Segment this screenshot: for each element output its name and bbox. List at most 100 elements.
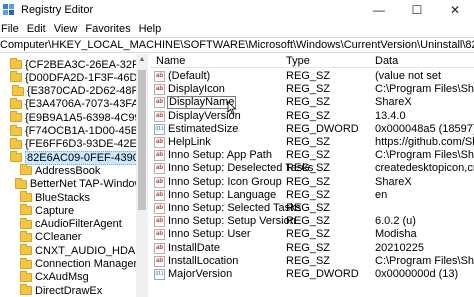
tree-item-label: 82E6AC09-0FEF-4390-AD bbox=[25, 150, 147, 165]
value-row[interactable]: ab InstallDate REG_SZ 20210225 bbox=[150, 242, 474, 255]
folder-icon bbox=[10, 151, 22, 163]
tree-item-label: {E3A4706A-7073-43FA-A bbox=[25, 98, 148, 111]
value-type: REG_SZ bbox=[286, 241, 331, 254]
value-row[interactable]: ab Inno Setup: Selected Tasks REG_SZ bbox=[150, 202, 474, 215]
value-row[interactable]: ab DisplayName REG_SZ ShareX bbox=[150, 96, 474, 110]
tree-item[interactable]: CNXT_AUDIO_HDA bbox=[0, 244, 147, 257]
value-name: Inno Setup: App Path bbox=[168, 149, 272, 162]
tree-item[interactable]: DirectDrawEx bbox=[0, 284, 147, 297]
value-row[interactable]: ab Inno Setup: Language REG_SZ en bbox=[150, 189, 474, 202]
value-row[interactable]: 011 MajorVersion REG_DWORD 0x0000000d (13) bbox=[150, 268, 474, 281]
string-value-icon: ab bbox=[154, 189, 165, 201]
value-type: REG_SZ bbox=[286, 96, 331, 109]
tree-item[interactable]: {E3870CAD-2D62-48F8- bbox=[0, 84, 147, 98]
tree-item[interactable]: Connection Manager bbox=[0, 257, 147, 271]
binary-value-icon: 011 bbox=[154, 269, 165, 280]
tree-item[interactable]: AddressBook bbox=[0, 164, 147, 177]
string-value-icon: ab bbox=[154, 176, 165, 188]
value-name: Inno Setup: Setup Version bbox=[168, 215, 296, 228]
column-header-type[interactable]: Type bbox=[286, 55, 310, 67]
folder-icon bbox=[20, 164, 32, 176]
tree-item[interactable]: {E3A4706A-7073-43FA-A bbox=[0, 97, 148, 111]
tree-item[interactable]: {F74OCB1A-1D00-45BF- bbox=[0, 124, 147, 138]
value-type: REG_SZ bbox=[286, 188, 331, 201]
string-value-icon: ab bbox=[154, 71, 165, 82]
value-type: REG_SZ bbox=[286, 136, 331, 148]
tree-item-label: AddressBook bbox=[35, 164, 101, 177]
tree-item-label: CCleaner bbox=[35, 231, 82, 244]
tree-item-label: DirectDrawEx bbox=[35, 284, 103, 297]
value-data: 20210225 bbox=[375, 241, 424, 254]
value-row[interactable]: ab Inno Setup: Deselected Tasks REG_SZ crea… bbox=[150, 162, 474, 175]
value-row[interactable]: abHelpLink REG_SZ https://github.com/Shar bbox=[150, 136, 474, 149]
value-row[interactable]: 011 EstimatedSize REG_DWORD 0x000048a5 (185… bbox=[150, 123, 474, 136]
value-row[interactable]: ab Inno Setup: App Path REG_SZ C:\Program F… bbox=[150, 149, 474, 162]
value-type: REG_SZ bbox=[286, 228, 331, 241]
value-data: C:\Program Files\Share bbox=[375, 254, 474, 267]
tree-item[interactable]: {D00DFA2D-1F3F-46DC-8 bbox=[0, 71, 147, 84]
value-name: (Default) bbox=[168, 70, 211, 82]
value-row[interactable]: ab DisplayVersion REG_SZ 13.4.0 bbox=[150, 110, 474, 123]
tree-item-label: Connection Manager bbox=[35, 258, 138, 270]
folder-icon bbox=[20, 270, 32, 282]
value-data: 6.0.2 (u) bbox=[375, 215, 416, 228]
value-data: en bbox=[375, 188, 388, 201]
value-row[interactable]: abDisplayIcon REG_SZ C:\Program Files\Shar… bbox=[150, 83, 474, 96]
scroll-up-arrow-icon[interactable]: ▲ bbox=[136, 54, 148, 66]
value-name: InstallLocation bbox=[168, 254, 239, 267]
tree-item[interactable]: CCleaner bbox=[0, 230, 147, 244]
close-button[interactable]: ✕ bbox=[436, 0, 474, 20]
tree-item[interactable]: Capture bbox=[0, 204, 147, 217]
column-header-data[interactable]: Data bbox=[375, 55, 398, 67]
tree-item[interactable]: 82E6AC09-0FEF-4390-AD bbox=[0, 150, 147, 165]
tree-scrollbar[interactable]: ▲ bbox=[136, 54, 148, 297]
folder-icon bbox=[14, 177, 27, 189]
value-data: ShareX bbox=[375, 96, 412, 109]
value-row[interactable]: ab (Default) REG_SZ (value not set bbox=[150, 70, 474, 83]
folder-icon bbox=[10, 111, 22, 123]
value-row[interactable]: ab Inno Setup: Icon Group REG_SZ ShareX bbox=[150, 176, 474, 189]
folder-icon bbox=[20, 204, 32, 216]
tree-item[interactable]: BlueStacks bbox=[0, 191, 147, 204]
value-row[interactable]: ab InstallLocation REG_SZ C:\Program Files\… bbox=[150, 255, 474, 268]
string-value-icon: ab bbox=[154, 242, 165, 254]
menu-favorites[interactable]: Favorites bbox=[81, 23, 134, 35]
tree-item-label: CNXT_AUDIO_HDA bbox=[35, 244, 136, 257]
title-bar: Registry Editor — ☐ ✕ bbox=[0, 0, 474, 20]
tree-scroll-thumb[interactable] bbox=[138, 70, 146, 210]
maximize-button[interactable]: ☐ bbox=[398, 0, 436, 20]
menu-help[interactable]: Help bbox=[135, 23, 166, 35]
tree-item[interactable]: {E9B9A1A5-6398-4C99-8 bbox=[0, 111, 147, 124]
value-data: 0x0000000d (13) bbox=[375, 268, 459, 280]
menu-view[interactable]: View bbox=[50, 23, 82, 35]
value-data: 0x000048a5 (18597) bbox=[375, 122, 474, 135]
value-type: REG_SZ bbox=[286, 70, 331, 82]
menu-edit[interactable]: Edit bbox=[23, 23, 50, 35]
string-value-icon: ab bbox=[154, 137, 165, 148]
tree-item[interactable]: BetterNet TAP-Windows bbox=[0, 177, 147, 191]
folder-icon bbox=[20, 217, 32, 229]
minimize-button[interactable]: — bbox=[360, 0, 398, 20]
value-data: 13.4.0 bbox=[375, 109, 406, 122]
tree-item-label: {FE6FF6D3-93DE-42E3-9 bbox=[25, 138, 148, 151]
tree-item[interactable]: {FE6FF6D3-93DE-42E3-9 bbox=[0, 137, 148, 151]
menu-bar: File Edit View Favorites Help bbox=[0, 20, 474, 37]
folder-icon bbox=[10, 137, 22, 149]
tree-item[interactable]: {CF2BEA3C-26EA-32F8-AA bbox=[0, 58, 147, 71]
string-value-icon: ab bbox=[154, 163, 165, 175]
value-row[interactable]: ab Inno Setup: Setup Version REG_SZ 6.0.2 (… bbox=[150, 215, 474, 228]
address-bar[interactable]: Computer\HKEY_LOCAL_MACHINE\SOFTWARE\Mic… bbox=[0, 37, 474, 53]
value-row[interactable]: ab Inno Setup: User REG_SZ Modisha bbox=[150, 228, 474, 241]
column-header-name[interactable]: Name bbox=[156, 55, 185, 67]
key-tree[interactable]: {CF2BEA3C-26EA-32F8-AA{D00DFA2D-1F3F-46D… bbox=[0, 54, 148, 297]
folder-icon bbox=[20, 230, 32, 242]
value-data: ShareX bbox=[375, 175, 412, 188]
tree-item[interactable]: cAudioFilterAgent bbox=[0, 217, 147, 231]
menu-file[interactable]: File bbox=[0, 23, 23, 35]
tree-item[interactable]: CxAudMsg bbox=[0, 270, 147, 284]
values-pane[interactable]: Name Type Data ab (Default) REG_SZ (value n… bbox=[150, 54, 474, 297]
value-type: REG_DWORD bbox=[286, 122, 359, 135]
value-name: Inno Setup: Icon Group bbox=[168, 175, 282, 188]
value-name: DisplayName bbox=[167, 96, 237, 110]
tree-item-label: cAudioFilterAgent bbox=[35, 218, 122, 231]
